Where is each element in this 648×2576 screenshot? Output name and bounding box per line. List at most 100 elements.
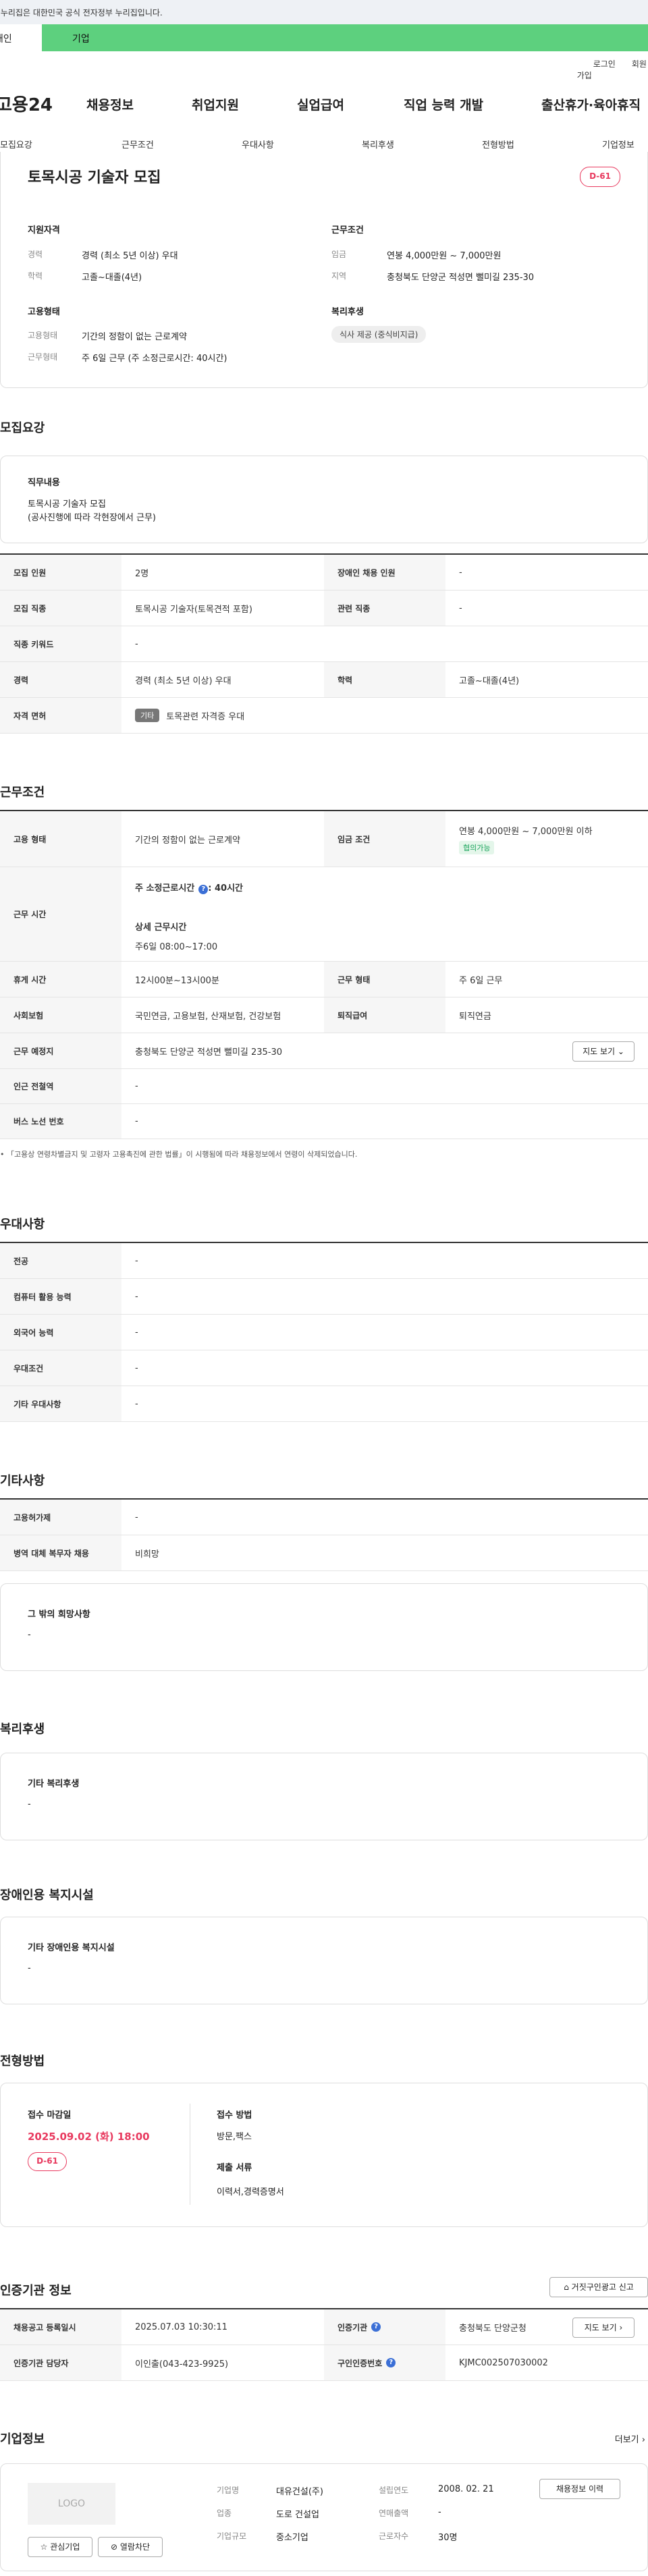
th: 우대조건	[0, 1350, 122, 1386]
table-row: 자격 면허 기타 토목관련 자격증 우대	[0, 698, 648, 734]
pref-table: 전공 - 컴퓨터 활용 능력 - 외국어 능력 - 우대조건 - 기타 우대사항 -	[0, 1242, 648, 1422]
established-label: 설립연도	[379, 2486, 409, 2495]
td: -	[135, 1081, 138, 1091]
company-size-value: 중소기업	[276, 2533, 308, 2543]
td: -	[135, 1116, 138, 1126]
license-value: 토목관련 자격증 우대	[166, 711, 245, 722]
detail-hours-label: 상세 근무시간	[135, 923, 187, 933]
td: -	[135, 1363, 138, 1373]
agency-title: 인증기관 정보	[0, 2284, 72, 2298]
subnav-screening[interactable]: 전형방법	[482, 138, 514, 150]
certno-label: 구인인증번호	[338, 2358, 383, 2368]
company-name-label: 기업명	[217, 2486, 240, 2495]
table-row: 버스 노선 번호 -	[0, 1104, 648, 1139]
tab-personal[interactable]: 개인	[0, 24, 42, 51]
company-name-value: 대유건설(주)	[276, 2487, 323, 2497]
table-row: 사회보험 국민연금, 고용보험, 산재보험, 건강보험 퇴직급여 퇴직연금	[0, 997, 648, 1033]
block-button[interactable]: ⊘ 열람차단	[98, 2537, 163, 2557]
table-row: 근무 시간 주 소정근로시간?: 40시간 상세 근무시간 주6일 08:00~…	[0, 867, 648, 962]
welfare-title: 복리후생	[0, 1722, 45, 1736]
td: 퇴직연금	[459, 1011, 491, 1022]
th: 근무 예정지	[0, 1033, 122, 1068]
subnav-conditions[interactable]: 근무조건	[122, 138, 154, 150]
weekly-hours-label: 주 소정근로시간	[135, 883, 195, 894]
org-label: 인증기관	[338, 2322, 368, 2332]
edu-label: 학력	[28, 271, 43, 281]
td: 고졸~대졸(4년)	[459, 676, 520, 686]
established-value: 2008. 02. 21	[438, 2484, 494, 2494]
login-link[interactable]: 로그인	[593, 59, 616, 69]
td: -	[135, 638, 138, 649]
gnb-parental-leave[interactable]: 출산휴가·육아휴직	[541, 95, 641, 113]
sales-label: 연매출액	[379, 2509, 409, 2518]
company-box: LOGO ☆ 관심기업 ⊘ 열람차단 기업명 대유건설(주) 업종 도로 건설업…	[0, 2463, 648, 2571]
duty-box: 직무내용 토목시공 기술자 모집 (공사진행에 따라 각현장에서 근무)	[0, 456, 648, 543]
deadline-heading: 접수 마감일	[28, 2110, 72, 2120]
table-row: 경력 경력 (최소 5년 이상) 우대 학력 고졸~대졸(4년)	[0, 662, 648, 698]
company-size-label: 기업규모	[217, 2531, 247, 2541]
duty-value: 토목시공 기술자 모집 (공사진행에 따라 각현장에서 근무)	[28, 499, 156, 523]
help-icon[interactable]: ?	[198, 885, 209, 894]
th: 관련 직종	[324, 591, 446, 626]
screen-box: 접수 마감일 2025.09.02 (화) 18:00 D-61 접수 방법 방…	[0, 2083, 648, 2227]
th: 모집 인원	[0, 555, 122, 590]
td: -	[459, 567, 462, 578]
detail-hours-value: 주6일 08:00~17:00	[135, 942, 218, 952]
career-value: 경력 (최소 5년 이상) 우대	[82, 251, 178, 261]
emp-heading: 고용형태	[28, 307, 60, 317]
subnav-recruit[interactable]: 모집요강	[0, 138, 32, 150]
etc-box-value: -	[28, 1630, 31, 1640]
td: 주 소정근로시간?: 40시간 상세 근무시간 주6일 08:00~17:00	[122, 867, 648, 961]
subnav-welfare[interactable]: 복리후생	[362, 138, 394, 150]
table-row: 근무 예정지 충청북도 단양군 적성면 뻘미길 235-30 지도 보기 ⌄	[0, 1033, 648, 1069]
map-button-label: 지도 보기	[583, 1047, 616, 1056]
tab-company[interactable]: 기업	[42, 24, 648, 51]
th: 휴게 시간	[0, 962, 122, 997]
td: 연봉 4,000만원 ~ 7,000만원 이하 협의가능	[446, 811, 648, 867]
summary-card: 토목시공 기술자 모집 D-61 지원자격 경력 경력 (최소 5년 이상) 우…	[0, 152, 648, 388]
td: -	[135, 1327, 138, 1338]
company-more-link[interactable]: 더보기 ›	[615, 2432, 645, 2445]
td: 2명	[135, 568, 149, 579]
td: 기타 토목관련 자격증 우대	[122, 698, 648, 733]
worktype-value: 주 6일 근무 (주 소정근로시간: 40시간)	[82, 354, 227, 364]
report-button[interactable]: ⌂ 거짓구인광고 신고	[549, 2277, 648, 2297]
work-heading: 근무조건	[331, 225, 364, 236]
subnav-company[interactable]: 기업정보	[602, 138, 634, 150]
age-notice-text: 「고용상 연령차별금지 및 고령자 고용촉진에 관한 법률」이 시행됨에 따라 …	[7, 1150, 358, 1159]
help-icon[interactable]: ?	[371, 2322, 381, 2332]
td: 기간의 정함이 없는 근로계약	[135, 835, 240, 846]
agency-table: 채용공고 등록일시 2025.07.03 10:30:11 인증기관? 충청북도…	[0, 2308, 648, 2381]
td: 주 6일 근무	[459, 975, 503, 986]
td: 이인출(043-423-9925)	[135, 2359, 229, 2369]
td: -	[459, 603, 462, 613]
td: -	[135, 1512, 138, 1523]
method-value: 방문,팩스	[217, 2132, 252, 2142]
subnav-preference[interactable]: 우대사항	[242, 138, 274, 150]
table-row: 고용 형태 기간의 정함이 없는 근로계약 임금 조건 연봉 4,000만원 ~…	[0, 811, 648, 867]
map-button[interactable]: 지도 보기 ⌄	[572, 1041, 634, 1062]
age-notice: • 「고용상 연령차별금지 및 고령자 고용촉진에 관한 법률」이 시행됨에 따…	[0, 1150, 358, 1159]
gnb-unemployment[interactable]: 실업급여	[297, 95, 344, 113]
gnb-training[interactable]: 직업 능력 개발	[404, 95, 483, 113]
favorite-button[interactable]: ☆ 관심기업	[28, 2537, 92, 2557]
region-value: 충청북도 단양군 적성면 뻘미길 235-30	[387, 273, 535, 283]
block-icon: ⊘	[110, 2542, 118, 2552]
welfare-heading: 복리후생	[331, 307, 364, 317]
company-logo: LOGO	[28, 2483, 115, 2525]
dday-badge: D-61	[580, 167, 620, 187]
td: 비희망	[135, 1549, 159, 1560]
site-logo[interactable]: 고용24	[0, 91, 53, 116]
table-row: 전공 -	[0, 1243, 648, 1279]
td: -	[135, 1255, 138, 1266]
etc-box: 그 밖의 희망사항 -	[0, 1583, 648, 1671]
table-row: 모집 인원 2명 장애인 채용 인원 -	[0, 555, 648, 591]
th: 자격 면허	[0, 698, 122, 733]
disab-box-value: -	[28, 1963, 31, 1973]
career-label: 경력	[28, 250, 43, 259]
job-history-button[interactable]: 채용정보 이력	[539, 2479, 620, 2499]
gnb-employment-support[interactable]: 취업지원	[192, 95, 239, 113]
help-icon[interactable]: ?	[386, 2358, 396, 2367]
agency-map-button[interactable]: 지도 보기 ›	[572, 2318, 634, 2338]
gnb-jobs[interactable]: 채용정보	[86, 95, 134, 113]
